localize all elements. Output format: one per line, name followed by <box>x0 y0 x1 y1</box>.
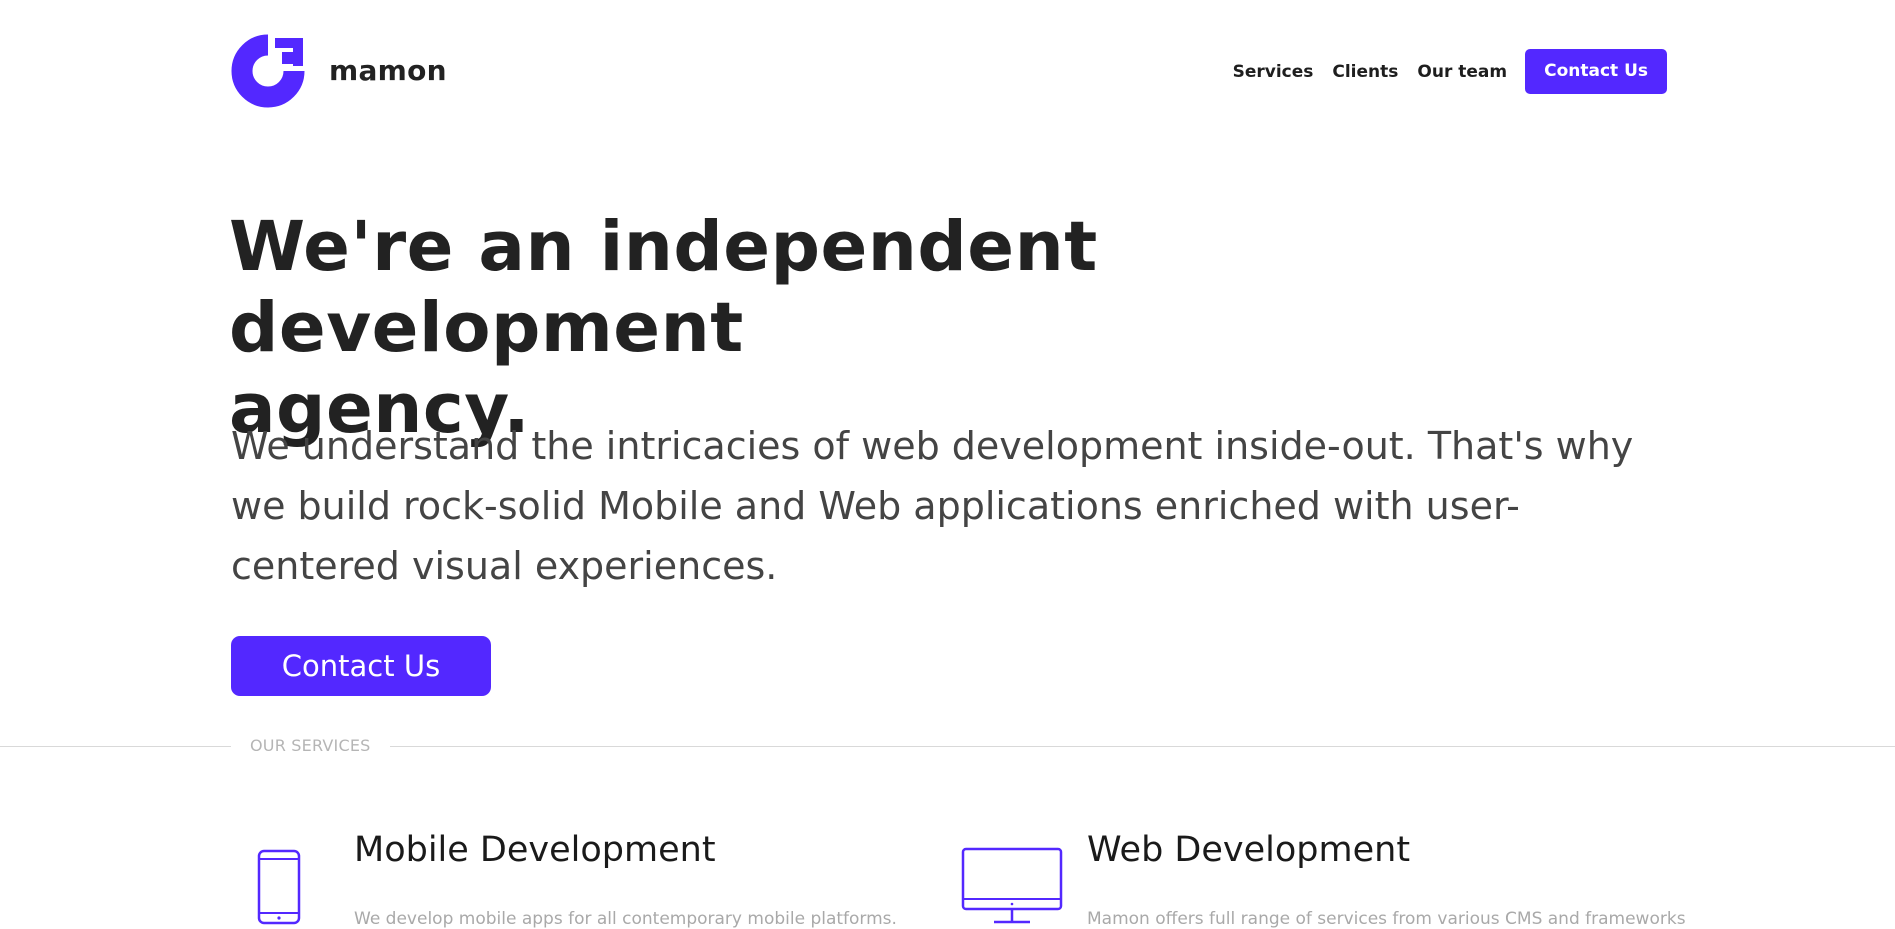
service-title-web: Web Development <box>1087 830 1411 870</box>
hero-contact-button[interactable]: Contact Us <box>231 636 491 696</box>
brand-name[interactable]: mamon <box>329 54 447 87</box>
desktop-monitor-icon <box>961 847 1063 929</box>
page: mamon Services Clients Our team Contact … <box>0 0 1895 929</box>
hero-title: We're an independent development agency. <box>229 207 1529 450</box>
services-section-label: OUR SERVICES <box>231 736 390 755</box>
hero-description: We understand the intricacies of web dev… <box>231 424 1634 588</box>
nav-link-clients[interactable]: Clients <box>1332 62 1398 82</box>
nav-link-services[interactable]: Services <box>1233 62 1314 82</box>
nav-link-our-team[interactable]: Our team <box>1417 62 1507 82</box>
main-nav: Services Clients Our team Contact Us <box>1233 49 1667 94</box>
hero-title-line1: We're an independent development <box>229 207 1098 368</box>
mamon-logo-icon[interactable] <box>231 34 305 108</box>
service-title-mobile: Mobile Development <box>354 830 716 870</box>
site-header: mamon Services Clients Our team Contact … <box>231 34 1667 108</box>
mobile-phone-icon <box>257 849 301 929</box>
service-desc-web: Mamon offers full range of services from… <box>1087 909 1686 929</box>
nav-contact-button[interactable]: Contact Us <box>1525 49 1667 94</box>
service-desc-mobile: We develop mobile apps for all contempor… <box>354 909 897 929</box>
